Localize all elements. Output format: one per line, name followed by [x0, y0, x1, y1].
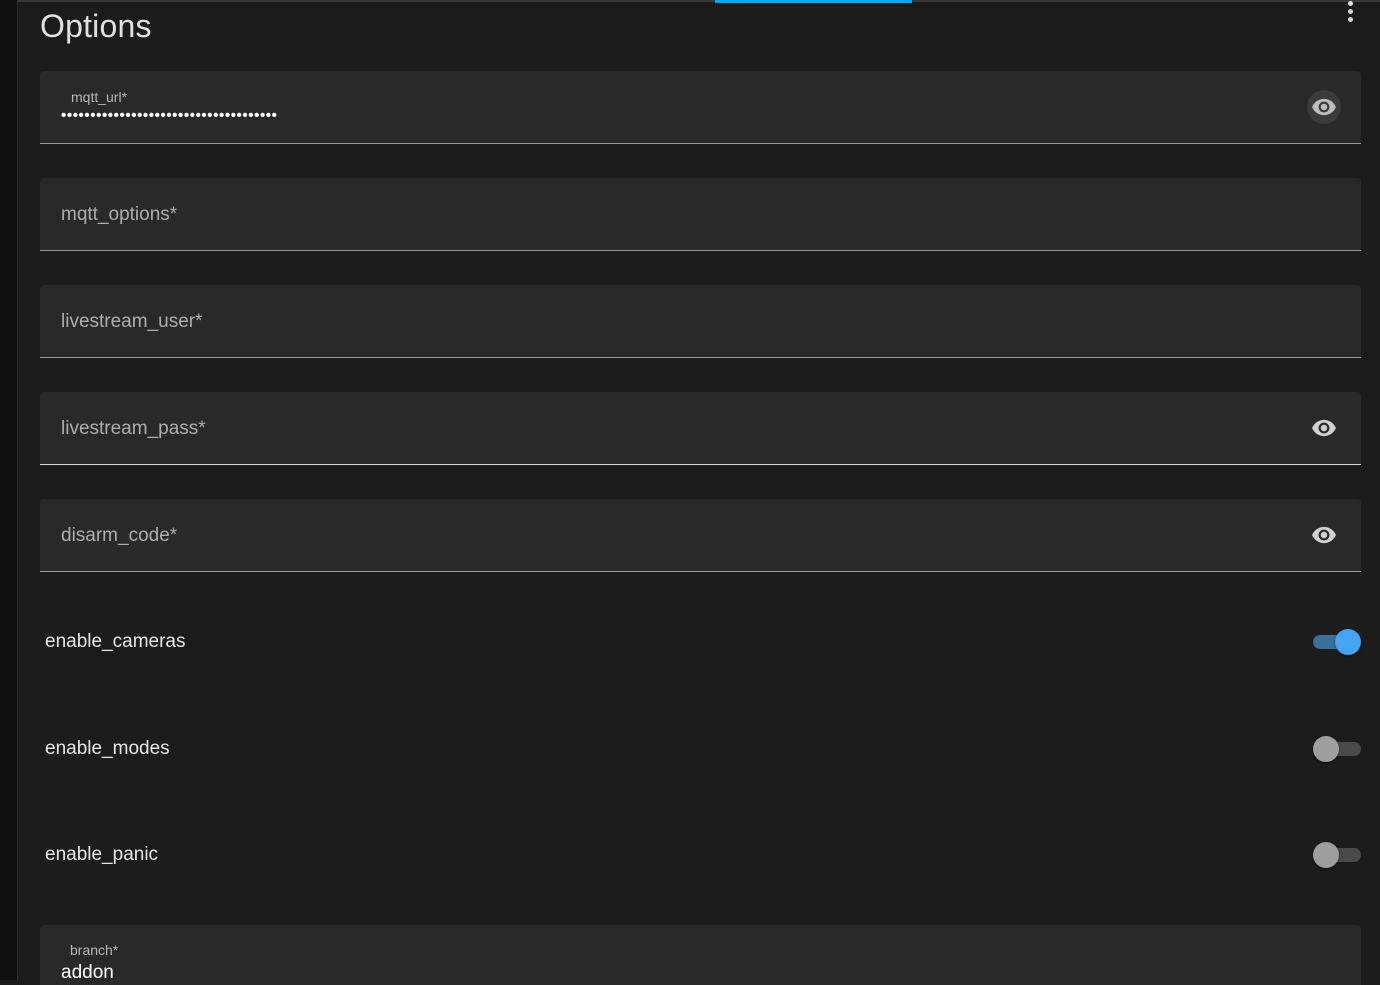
enable-cameras-row: enable_cameras — [40, 622, 1361, 662]
livestream-pass-placeholder: livestream_pass* — [61, 418, 206, 439]
overflow-menu-button[interactable] — [1336, 0, 1364, 27]
branch-field[interactable]: branch* addon — [40, 925, 1361, 985]
switch-thumb — [1313, 842, 1339, 868]
mqtt-options-placeholder: mqtt_options* — [61, 204, 178, 225]
disarm-code-field[interactable]: disarm_code* — [40, 499, 1361, 572]
switch-thumb — [1313, 736, 1339, 762]
eye-icon — [1312, 419, 1336, 437]
enable-panic-switch[interactable] — [1313, 842, 1361, 868]
livestream-pass-field[interactable]: livestream_pass* — [40, 392, 1361, 465]
enable-modes-switch[interactable] — [1313, 736, 1361, 762]
mqtt-url-toggle-visibility-button[interactable] — [1307, 90, 1341, 124]
enable-modes-row: enable_modes — [40, 729, 1361, 769]
enable-cameras-switch[interactable] — [1313, 629, 1361, 655]
mqtt-url-value: ••••••••••••••••••••••••••••••••••••• — [61, 107, 278, 124]
more-vertical-icon-dot — [1347, 9, 1353, 14]
enable-panic-label: enable_panic — [45, 844, 159, 865]
more-vertical-icon-dot — [1347, 17, 1353, 22]
enable-panic-row: enable_panic — [40, 835, 1361, 875]
livestream-user-placeholder: livestream_user* — [61, 311, 203, 332]
more-vertical-icon — [1347, 1, 1353, 6]
enable-cameras-label: enable_cameras — [45, 631, 186, 652]
eye-icon — [1312, 526, 1336, 544]
page-title: Options — [40, 8, 152, 44]
branch-label: branch* — [70, 942, 119, 958]
enable-modes-label: enable_modes — [45, 738, 170, 759]
livestream-user-field[interactable]: livestream_user* — [40, 285, 1361, 358]
switch-thumb — [1335, 629, 1361, 655]
disarm-code-toggle-visibility-button[interactable] — [1307, 518, 1341, 552]
eye-icon — [1312, 98, 1336, 116]
mqtt-url-label: mqtt_url* — [71, 89, 128, 105]
disarm-code-placeholder: disarm_code* — [61, 525, 178, 546]
top-border — [18, 0, 1380, 2]
branch-value: addon — [61, 962, 114, 983]
mqtt-url-field[interactable]: mqtt_url* ••••••••••••••••••••••••••••••… — [40, 71, 1361, 144]
left-rail — [0, 0, 18, 980]
active-tab-indicator — [715, 0, 912, 3]
mqtt-options-field[interactable]: mqtt_options* — [40, 178, 1361, 251]
livestream-pass-toggle-visibility-button[interactable] — [1307, 411, 1341, 445]
